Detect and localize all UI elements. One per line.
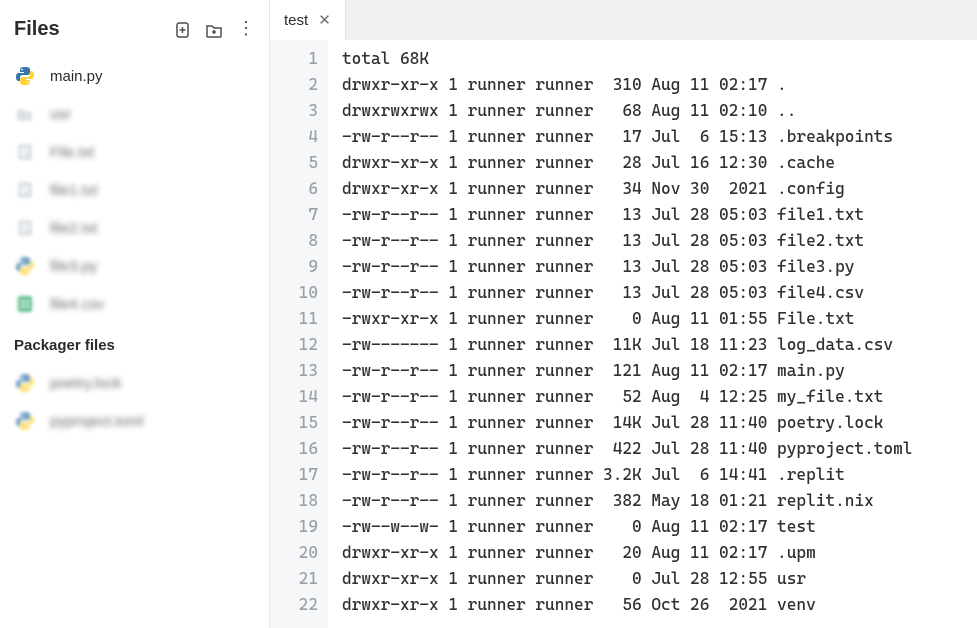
file-item[interactable]: File.txt bbox=[0, 133, 269, 171]
line-number: 6 bbox=[270, 176, 318, 202]
line-number: 4 bbox=[270, 124, 318, 150]
line-number: 10 bbox=[270, 280, 318, 306]
file-item[interactable]: file2.txt bbox=[0, 209, 269, 247]
line-number: 16 bbox=[270, 436, 318, 462]
line-number: 11 bbox=[270, 306, 318, 332]
line-number: 19 bbox=[270, 514, 318, 540]
line-number: 12 bbox=[270, 332, 318, 358]
python-icon bbox=[14, 411, 36, 431]
line-number: 8 bbox=[270, 228, 318, 254]
code-line: drwxr-xr-x 1 runner runner 20 Aug 11 02:… bbox=[342, 540, 977, 566]
new-folder-icon[interactable] bbox=[205, 21, 223, 39]
line-number: 5 bbox=[270, 150, 318, 176]
code-line: -rw-r--r-- 1 runner runner 17 Jul 6 15:1… bbox=[342, 124, 977, 150]
code-area[interactable]: 12345678910111213141516171819202122 tota… bbox=[270, 40, 977, 628]
editor: test ✕ 123456789101112131415161718192021… bbox=[270, 0, 977, 628]
code-line: -rw-r--r-- 1 runner runner 121 Aug 11 02… bbox=[342, 358, 977, 384]
line-number: 3 bbox=[270, 98, 318, 124]
line-number: 15 bbox=[270, 410, 318, 436]
file-item-label: usr bbox=[50, 106, 71, 123]
more-options-icon[interactable]: ⋮ bbox=[237, 18, 255, 41]
file-item[interactable]: pyproject.toml bbox=[0, 402, 269, 440]
code-line: -rwxr-xr-x 1 runner runner 0 Aug 11 01:5… bbox=[342, 306, 977, 332]
file-item[interactable]: file4.csv bbox=[0, 285, 269, 321]
python-icon bbox=[14, 373, 36, 393]
file-item[interactable]: poetry.lock bbox=[0, 364, 269, 402]
file-item[interactable]: file1.txt bbox=[0, 171, 269, 209]
file-item[interactable]: file3.py bbox=[0, 247, 269, 285]
file-item-label: pyproject.toml bbox=[50, 413, 143, 430]
line-number: 9 bbox=[270, 254, 318, 280]
code-line: -rw-r--r-- 1 runner runner 422 Jul 28 11… bbox=[342, 436, 977, 462]
line-number: 7 bbox=[270, 202, 318, 228]
new-file-icon[interactable] bbox=[173, 21, 191, 39]
line-number: 20 bbox=[270, 540, 318, 566]
code-line: -rw------- 1 runner runner 11K Jul 18 11… bbox=[342, 332, 977, 358]
file-item-label: main.py bbox=[50, 68, 103, 85]
sidebar-actions: ⋮ bbox=[173, 18, 255, 41]
sidebar-header: Files ⋮ bbox=[0, 0, 269, 57]
file-item[interactable]: usr bbox=[0, 95, 269, 133]
code-line: drwxrwxrwx 1 runner runner 68 Aug 11 02:… bbox=[342, 98, 977, 124]
file-item-label: file2.txt bbox=[50, 220, 98, 237]
line-number: 17 bbox=[270, 462, 318, 488]
code-line: drwxr-xr-x 1 runner runner 34 Nov 30 202… bbox=[342, 176, 977, 202]
code-lines: total 68Kdrwxr-xr-x 1 runner runner 310 … bbox=[328, 40, 977, 628]
code-line: drwxr-xr-x 1 runner runner 28 Jul 16 12:… bbox=[342, 150, 977, 176]
code-line: -rw-r--r-- 1 runner runner 13 Jul 28 05:… bbox=[342, 228, 977, 254]
code-line: -rw-r--r-- 1 runner runner 3.2K Jul 6 14… bbox=[342, 462, 977, 488]
python-icon bbox=[14, 66, 36, 86]
tab-label: test bbox=[284, 12, 308, 29]
text-icon bbox=[14, 142, 36, 162]
line-number: 13 bbox=[270, 358, 318, 384]
code-line: -rw-r--r-- 1 runner runner 13 Jul 28 05:… bbox=[342, 202, 977, 228]
file-item-label: file1.txt bbox=[50, 182, 98, 199]
code-line: -rw-r--r-- 1 runner runner 14K Jul 28 11… bbox=[342, 410, 977, 436]
csv-icon bbox=[14, 294, 36, 314]
code-line: drwxr-xr-x 1 runner runner 310 Aug 11 02… bbox=[342, 72, 977, 98]
code-line: -rw-r--r-- 1 runner runner 13 Jul 28 05:… bbox=[342, 254, 977, 280]
line-number: 21 bbox=[270, 566, 318, 592]
packager-file-list: poetry.lock pyproject.toml bbox=[0, 364, 269, 628]
code-line: -rw-r--r-- 1 runner runner 52 Aug 4 12:2… bbox=[342, 384, 977, 410]
line-number: 18 bbox=[270, 488, 318, 514]
sidebar: Files ⋮ main.py usr File.txt file1.txt file2… bbox=[0, 0, 270, 628]
tab-test[interactable]: test ✕ bbox=[270, 0, 346, 40]
line-number-gutter: 12345678910111213141516171819202122 bbox=[270, 40, 328, 628]
sidebar-title: Files bbox=[14, 18, 60, 41]
folder-icon bbox=[14, 104, 36, 124]
file-item-label: file4.csv bbox=[50, 296, 104, 313]
file-item-label: file3.py bbox=[50, 258, 98, 275]
file-item[interactable]: main.py bbox=[0, 57, 269, 95]
code-line: -rw-r--r-- 1 runner runner 382 May 18 01… bbox=[342, 488, 977, 514]
packager-files-header: Packager files bbox=[0, 321, 269, 364]
line-number: 22 bbox=[270, 592, 318, 618]
code-line: drwxr-xr-x 1 runner runner 56 Oct 26 202… bbox=[342, 592, 977, 618]
line-number: 2 bbox=[270, 72, 318, 98]
close-icon[interactable]: ✕ bbox=[318, 11, 331, 29]
code-line: -rw--w--w- 1 runner runner 0 Aug 11 02:1… bbox=[342, 514, 977, 540]
text-icon bbox=[14, 218, 36, 238]
code-line: total 68K bbox=[342, 46, 977, 72]
file-list: main.py usr File.txt file1.txt file2.txt file… bbox=[0, 57, 269, 321]
line-number: 1 bbox=[270, 46, 318, 72]
line-number: 14 bbox=[270, 384, 318, 410]
file-item-label: File.txt bbox=[50, 144, 94, 161]
text-icon bbox=[14, 180, 36, 200]
file-item-label: poetry.lock bbox=[50, 375, 121, 392]
tab-strip: test ✕ bbox=[270, 0, 977, 40]
code-line: -rw-r--r-- 1 runner runner 13 Jul 28 05:… bbox=[342, 280, 977, 306]
code-line: drwxr-xr-x 1 runner runner 0 Jul 28 12:5… bbox=[342, 566, 977, 592]
python-icon bbox=[14, 256, 36, 276]
